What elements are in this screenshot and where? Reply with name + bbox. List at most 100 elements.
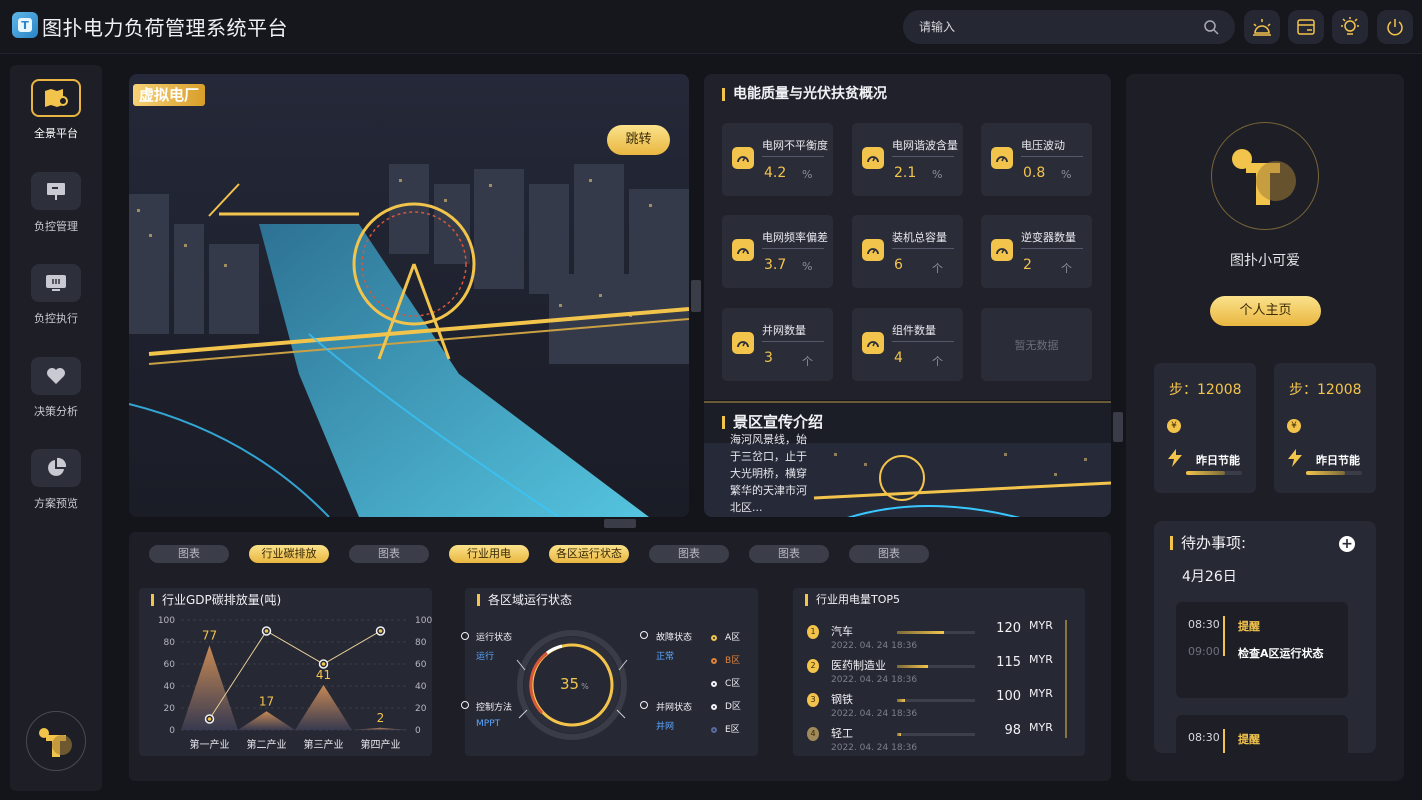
sidebar-item-load-management[interactable]: 负控管理 <box>10 172 102 252</box>
metric-name: 并网数量 <box>762 324 806 337</box>
metric-unit: % <box>932 168 943 181</box>
search-input[interactable] <box>919 17 1189 37</box>
usage-bar <box>897 665 975 668</box>
metric-card[interactable]: 电网不平衡度 4.2 % <box>722 123 833 196</box>
calendar-icon <box>1297 19 1315 35</box>
series-line <box>209 630 381 720</box>
status-dot <box>640 701 648 709</box>
y-tick-left: 0 <box>169 726 175 736</box>
avatar[interactable] <box>26 711 86 771</box>
avatar[interactable] <box>1211 122 1319 230</box>
status-item: 控制方法 MPPT <box>476 703 513 729</box>
metric-value: 6 <box>894 257 903 273</box>
collapse-handle-right[interactable] <box>691 280 701 312</box>
profile-panel: 图扑小可爱 个人主页 步：12008 ¥ 昨日节能 步：12008 ¥ 昨日节能… <box>1126 74 1404 781</box>
tab-industry-carbon[interactable]: 行业碳排放 <box>249 545 329 563</box>
list-item[interactable]: 4 轻工 2022. 04. 24 18:36 98 MYR <box>807 721 1067 755</box>
bottom-panel: 图表 行业碳排放 图表 行业用电 各区运行状态 图表 图表 图表 行业GDP碳排… <box>129 532 1111 781</box>
sidebar-item-label: 全景平台 <box>34 127 78 140</box>
list-item[interactable]: 1 汽车 2022. 04. 24 18:36 120 MYR <box>807 619 1067 653</box>
metric-name: 电压波动 <box>1021 139 1065 152</box>
collapse-handle-profile[interactable] <box>1113 412 1123 442</box>
search-icon[interactable] <box>1203 19 1219 35</box>
sidebar-item-load-execution[interactable]: 负控执行 <box>10 264 102 344</box>
metric-card[interactable]: 组件数量 4 个 <box>852 308 963 381</box>
divider <box>1021 156 1083 157</box>
status-item: 故障状态 正常 <box>656 633 693 662</box>
timestamp: 2022. 04. 24 18:36 <box>831 709 918 719</box>
todo-date: 4月26日 <box>1182 569 1237 585</box>
usage-bar <box>897 733 975 736</box>
metric-value: 3.7 <box>764 257 787 273</box>
monitor-icon <box>31 264 81 302</box>
metric-card[interactable]: 电网谐波含量 2.1 % <box>852 123 963 196</box>
tab-area-status[interactable]: 各区运行状态 <box>549 545 629 563</box>
tab-chart[interactable]: 图表 <box>349 545 429 563</box>
sidebar-item-panorama[interactable]: 全景平台 <box>10 79 102 159</box>
y-tick-right: 80 <box>415 638 427 648</box>
search-box[interactable] <box>903 10 1235 44</box>
area-item-c[interactable]: C区 <box>711 676 740 689</box>
usage-unit: MYR <box>1029 721 1053 734</box>
metric-card[interactable]: 并网数量 3 个 <box>722 308 833 381</box>
usage-value: 120 <box>996 621 1021 636</box>
bolt-icon <box>1168 449 1182 467</box>
tab-chart[interactable]: 图表 <box>149 545 229 563</box>
power-button[interactable] <box>1377 10 1413 44</box>
weather-button[interactable] <box>1244 10 1280 44</box>
divider <box>1021 248 1083 249</box>
line-point-core <box>321 662 326 666</box>
timestamp: 2022. 04. 24 18:36 <box>831 641 918 651</box>
usage-value: 100 <box>996 689 1021 704</box>
metric-card[interactable]: 电网频率偏差 3.7 % <box>722 215 833 288</box>
todo-item[interactable]: 08:30 提醒 <box>1176 715 1348 753</box>
line-point-core <box>207 717 212 721</box>
tab-chart[interactable]: 图表 <box>849 545 929 563</box>
virtual-plant-scene[interactable]: 虚拟电厂 跳转 <box>129 74 689 517</box>
jump-button[interactable]: 跳转 <box>607 125 670 155</box>
divider <box>892 341 954 342</box>
usage-bar <box>897 631 975 634</box>
x-tick-label: 第三产业 <box>304 738 344 751</box>
metric-card[interactable]: 逆变器数量 2 个 <box>981 215 1092 288</box>
rank-badge: 3 <box>807 693 819 707</box>
area-item-e[interactable]: E区 <box>711 722 740 735</box>
energy-progress <box>1186 471 1242 475</box>
add-todo-button[interactable]: + <box>1339 536 1355 552</box>
area-item-b[interactable]: B区 <box>711 653 740 666</box>
sun-button[interactable] <box>1332 10 1368 44</box>
home-page-button[interactable]: 个人主页 <box>1210 296 1321 326</box>
gdp-carbon-card: 行业GDP碳排放量(吨) 0 0 20 20 40 40 60 60 80 80 100 100 77 1… <box>139 588 432 756</box>
collapse-handle-bottom[interactable] <box>604 519 636 528</box>
status-item: 并网状态 并网 <box>656 703 693 732</box>
step-card: 步：12008 ¥ 昨日节能 <box>1274 363 1376 493</box>
scenic-intro-panel[interactable]: 景区宣传介绍 海河风景线，始于三岔口，止于大光明桥，横穿繁华的天津市河北区... <box>704 401 1111 517</box>
y-tick-right: 20 <box>415 704 427 714</box>
metric-card[interactable]: 装机总容量 6 个 <box>852 215 963 288</box>
calendar-button[interactable] <box>1288 10 1324 44</box>
sidebar-item-plan-preview[interactable]: 方案预览 <box>10 449 102 529</box>
sidebar-item-decision-analysis[interactable]: 决策分析 <box>10 357 102 437</box>
metric-card[interactable]: 电压波动 0.8 % <box>981 123 1092 196</box>
pie-icon <box>31 449 81 487</box>
todo-time-start: 08:30 <box>1188 618 1220 631</box>
steps-count: 步：12008 <box>1289 382 1362 398</box>
area-status-card: 各区域运行状态 35% 运行状态 运行 故障状态 正常 控制方法 MPPT 并网状态并… <box>461 588 758 756</box>
area-item-a[interactable]: A区 <box>711 630 740 643</box>
list-item[interactable]: 3 钢铁 2022. 04. 24 18:36 100 MYR <box>807 687 1067 721</box>
card-title: 行业用电量TOP5 <box>805 594 900 606</box>
metric-unit: % <box>1061 168 1072 181</box>
todo-item[interactable]: 08:30 09:00 提醒 检查A区运行状态 <box>1176 602 1348 698</box>
tab-chart[interactable]: 图表 <box>649 545 729 563</box>
metric-unit: 个 <box>932 262 943 275</box>
todo-item-title: 提醒 <box>1238 733 1260 746</box>
city-scene-image <box>129 74 689 517</box>
usage-value: 98 <box>1004 723 1021 738</box>
empty-text: 暂无数据 <box>1014 339 1059 352</box>
power-top5-card: 行业用电量TOP5 1 汽车 2022. 04. 24 18:36 120 MY… <box>793 588 1085 756</box>
area-item-d[interactable]: D区 <box>711 699 741 712</box>
list-item[interactable]: 2 医药制造业 2022. 04. 24 18:36 115 MYR <box>807 653 1067 687</box>
gdp-carbon-chart: 0 0 20 20 40 40 60 60 80 80 100 100 77 17 41 2 第一产业 第二产业 第… <box>158 616 432 751</box>
tab-chart[interactable]: 图表 <box>749 545 829 563</box>
tab-industry-power[interactable]: 行业用电 <box>449 545 529 563</box>
